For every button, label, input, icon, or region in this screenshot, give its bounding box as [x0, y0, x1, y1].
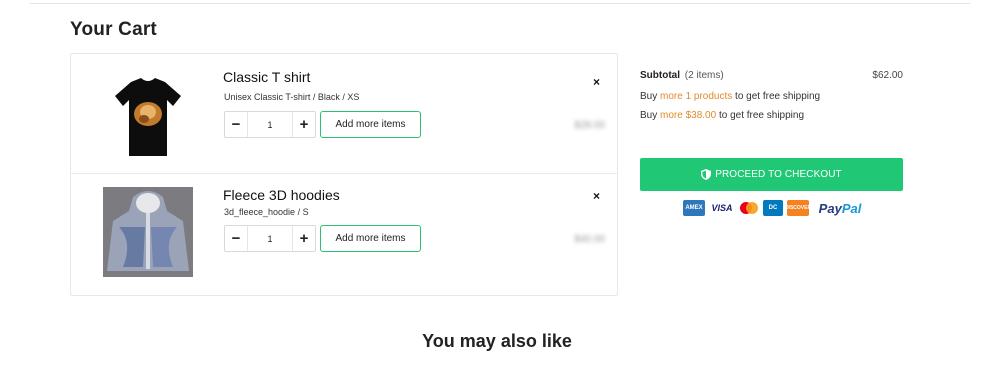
remove-item-icon[interactable]: × — [593, 189, 600, 203]
page-title: Your Cart — [70, 19, 157, 40]
cart-items-list: Classic T shirt Unisex Classic T-shirt /… — [70, 53, 618, 296]
proceed-to-checkout-button[interactable]: PROCEED TO CHECKOUT — [640, 158, 903, 191]
payment-methods: AMEX VISA DC DISCOVER Pay Pal — [683, 199, 867, 217]
visa-icon: VISA — [709, 200, 735, 216]
subtotal-amount: $62.00 — [872, 70, 903, 81]
quantity-input[interactable]: 1 — [247, 112, 293, 137]
quantity-decrease-button[interactable]: − — [225, 112, 247, 137]
item-price: $40.00 — [574, 234, 605, 245]
quantity-stepper: − 1 + — [224, 225, 316, 252]
diners-club-icon: DC — [763, 200, 783, 216]
quantity-input[interactable]: 1 — [247, 226, 293, 251]
add-more-items-button[interactable]: Add more items — [320, 111, 421, 138]
ship-hint-suffix: to get free shipping — [716, 110, 805, 121]
item-price: $28.00 — [574, 120, 605, 131]
order-summary: Subtotal (2 items) $62.00 Buy more 1 pro… — [640, 70, 903, 121]
ship-hint-suffix: to get free shipping — [732, 91, 821, 102]
product-name[interactable]: Classic T shirt — [223, 69, 310, 85]
remove-item-icon[interactable]: × — [593, 75, 600, 89]
amex-icon: AMEX — [683, 200, 705, 216]
product-name[interactable]: Fleece 3D hoodies — [223, 187, 340, 203]
quantity-increase-button[interactable]: + — [293, 112, 315, 137]
cart-item: Classic T shirt Unisex Classic T-shirt /… — [71, 54, 617, 174]
product-variant: 3d_fleece_hoodie / S — [224, 207, 309, 217]
mastercard-icon — [739, 200, 759, 216]
quantity-increase-button[interactable]: + — [293, 226, 315, 251]
ship-hint-prefix: Buy — [640, 91, 661, 102]
paypal-icon: Pay Pal — [813, 200, 867, 216]
cart-item: Fleece 3D hoodies 3d_fleece_hoodie / S −… — [71, 175, 617, 295]
free-shipping-hint-amount: Buy more $38.00 to get free shipping — [640, 110, 903, 121]
ship-hint-prefix: Buy — [640, 110, 661, 121]
quantity-decrease-button[interactable]: − — [225, 226, 247, 251]
product-variant: Unisex Classic T-shirt / Black / XS — [224, 92, 360, 102]
subtotal-label: Subtotal — [640, 70, 680, 81]
paypal-pal: Pal — [841, 200, 862, 216]
quantity-stepper: − 1 + — [224, 111, 316, 138]
ship-hint-highlight: more $38.00 — [660, 110, 717, 121]
recommendations-title: You may also like — [422, 331, 572, 351]
discover-icon: DISCOVER — [785, 200, 811, 216]
paypal-pay: Pay — [818, 200, 842, 216]
product-thumbnail-hoodie[interactable] — [103, 187, 193, 277]
shield-icon — [701, 169, 712, 180]
top-divider — [30, 3, 970, 4]
item-count: (2 items) — [684, 70, 724, 81]
product-thumbnail-tshirt[interactable] — [103, 70, 193, 160]
checkout-label: PROCEED TO CHECKOUT — [715, 169, 842, 180]
ship-hint-highlight: more 1 products — [660, 91, 733, 102]
subtotal-line: Subtotal (2 items) $62.00 — [640, 70, 903, 84]
add-more-items-button[interactable]: Add more items — [320, 225, 421, 252]
free-shipping-hint-products: Buy more 1 products to get free shipping — [640, 91, 903, 102]
